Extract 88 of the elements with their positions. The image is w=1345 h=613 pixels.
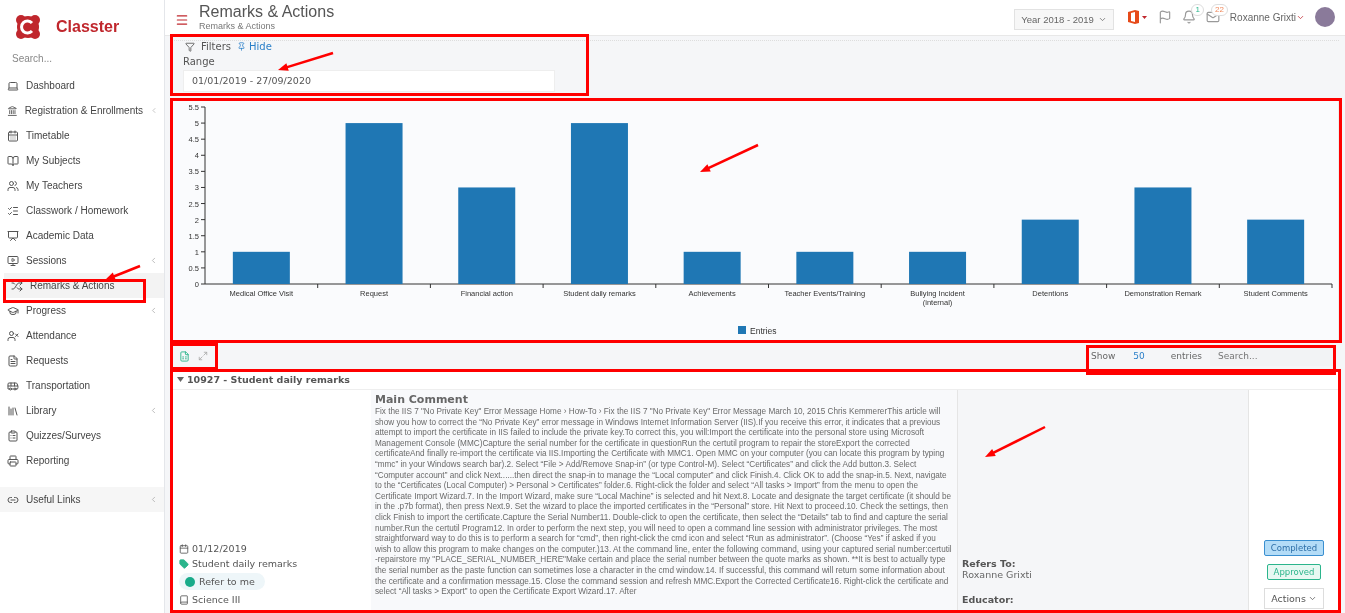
record-date: 01/12/2019 bbox=[179, 543, 365, 554]
book-icon bbox=[179, 594, 189, 605]
sidebar-item[interactable]: Requests bbox=[0, 348, 164, 373]
show-label: Show bbox=[1091, 351, 1116, 361]
hide-link[interactable]: Hide bbox=[237, 41, 272, 52]
menu-item-icon bbox=[7, 254, 19, 267]
breadcrumb: Remarks & Actions bbox=[199, 21, 277, 31]
menu-item-icon bbox=[7, 179, 19, 192]
record-category: Student daily remarks bbox=[179, 558, 365, 569]
legend-label: Entries bbox=[750, 326, 777, 336]
menu-item-icon bbox=[7, 379, 19, 392]
pin-icon bbox=[237, 42, 246, 51]
brand-name: Classter bbox=[56, 18, 120, 36]
expand-icon[interactable] bbox=[198, 351, 208, 361]
record-subject: Science III bbox=[179, 594, 365, 605]
annotation-arrow bbox=[105, 264, 141, 280]
sidebar-item[interactable]: Quizzes/Surveys bbox=[0, 423, 164, 448]
sidebar-item[interactable]: Progress bbox=[0, 298, 164, 323]
actions-button[interactable]: Actions bbox=[1264, 588, 1324, 609]
sidebar-item[interactable]: Transportation bbox=[0, 373, 164, 398]
bar bbox=[683, 251, 741, 284]
spreadsheet-icon[interactable] bbox=[179, 350, 190, 362]
tag-icon bbox=[179, 558, 189, 569]
menu-item-icon bbox=[7, 404, 19, 417]
page-size-select[interactable]: 50 bbox=[1133, 351, 1145, 361]
entries-label: entries bbox=[1170, 351, 1202, 361]
menu-item-icon bbox=[7, 154, 19, 167]
bar bbox=[1021, 219, 1079, 284]
sidebar-item[interactable]: Useful Links bbox=[0, 487, 164, 512]
caret-icon bbox=[1307, 594, 1317, 603]
menu-item-icon bbox=[11, 279, 23, 292]
calendar-icon bbox=[179, 543, 189, 554]
menu-item-icon bbox=[7, 329, 19, 342]
menu-item-icon bbox=[7, 79, 19, 92]
page-title: Remarks & Actions bbox=[199, 3, 336, 21]
menu-item-icon bbox=[7, 229, 19, 242]
sidebar-item[interactable]: Dashboard bbox=[0, 73, 164, 98]
bell-icon[interactable] bbox=[1181, 10, 1196, 24]
comment-title: Main Comment bbox=[375, 393, 469, 406]
menu-icon[interactable] bbox=[175, 13, 189, 27]
status-badge: Approved bbox=[1266, 564, 1322, 580]
sidebar-item[interactable]: Timetable bbox=[0, 123, 164, 148]
annotation-arrow bbox=[700, 143, 759, 172]
bar bbox=[909, 251, 967, 284]
legend-swatch bbox=[738, 326, 746, 334]
year-select[interactable]: Year 2018 - 2019 bbox=[1014, 9, 1114, 30]
sidebar-search-field[interactable]: Search... bbox=[10, 52, 150, 65]
avatar[interactable] bbox=[1315, 7, 1335, 27]
sidebar-item[interactable]: Attendance bbox=[0, 323, 164, 348]
refer-to-me-button[interactable]: Refer to me bbox=[179, 573, 265, 590]
date-range-field[interactable]: 01/01/2019 - 27/09/2020 bbox=[183, 69, 555, 92]
refers-label: Refers To: bbox=[962, 558, 1017, 569]
user-menu[interactable]: Roxanne Grixti bbox=[1229, 11, 1305, 23]
status-badge: Completed bbox=[1263, 540, 1325, 556]
sidebar-item[interactable]: My Teachers bbox=[0, 173, 164, 198]
sidebar-item[interactable]: Sessions bbox=[0, 248, 164, 273]
educator-label: Educator: bbox=[962, 594, 1015, 605]
menu-item-icon bbox=[7, 429, 19, 442]
refers-value: Roxanne Grixti bbox=[962, 569, 1033, 580]
menu-item-icon bbox=[7, 454, 19, 467]
sidebar-item[interactable]: Reporting bbox=[0, 448, 164, 473]
comment-text: Fix the IIS 7 "No Private Key" Error Message Home › How-To › Fix the IIS 7 "No Private Key" Error Message March 10, 2015 Chris KemmererThis article will show you how to correct the “No Private Key” error message in Windows Internet Information Server (IIS).If you receive this error, it indicates that a previous attempt to import the certificate in IIS failed to include the private key.To correct this, you will:Import the certificate into the personal store using Microsoft Management Console (MMC)Capture the serial number for the certificate in questionRun the certutil program to repair the storeExport the corrected certificateAnd finally re-import the certificate via IIS.Importing the Certificate with MMC1. Open MMC on your computer (you can locate this program by typing “mmc” in your Windows search bar).2. Select “File > Add/Remove Snap-in” (or type Control-M). Select “Certificates” and click the Add button.3. Select “Computer account” and click Next......then direct the snap-in to manage the “Local computer” and click Finish.4. Click OK to add the snap-in.5. Next, navigate to the “Certificates (Local Computer) > Personal > Certificates” folder.6. Right-click the folder and select “All tasks > Import” from the menu to open the Certificate Import Wizard.7. In the Import Wizard, make sure “Local Machine” is selected and hit Next.8. Locate and designate the target certificate (it should be in the .p7b format), then press Next.9. Set the wizard to place the imported certificates in the “Personal” store. Hit Next to proceed.10. Check the settings, then click Finish to import the certificate.Capture the Serial Number11. Double-click to open the certificate, then select the “Details” tab to find and capture the serial number.Run the certutil Program12. In order to perform the next step, you will need to open a command line session with administrator privileges. The most straightforward way to do this is to perform a search for “cmd”, then right-click the cmd icon and select “Run as administrator”. (Choose “Yes” if asked if you wish to allow this program to make changes on the computer.)13. At the command line, enter the following command, using your captured serial number:certutil -repairstore my "PLACE_SERIAL_NUMBER_HERE"Make certain and place the serial number between the quote marks as shown. **It is best to actually type the serial number as the paste function can sometimes lose a character in the cmd window.14. If successful, this command will return some information about the certificate and a confirmation message.15. Close the command session and refresh MMC.Export the Corrected Certificate16. Right-click the certificate and select “All tasks > Export” to open the Certificate Export Wizard.17. After bbox=[375, 407, 953, 598]
caret-icon bbox=[1097, 15, 1107, 24]
flag-icon[interactable] bbox=[1157, 10, 1172, 24]
message-count: 22 bbox=[1210, 4, 1228, 16]
menu-item-icon bbox=[7, 354, 19, 367]
sidebar-item[interactable]: Registration & Enrollments bbox=[0, 98, 164, 123]
bar bbox=[232, 251, 290, 284]
menu-item-icon bbox=[7, 204, 19, 217]
sidebar-item[interactable]: My Subjects bbox=[0, 148, 164, 173]
notification-count: 1 bbox=[1191, 4, 1204, 16]
sidebar-item[interactable]: Classwork / Homework bbox=[0, 198, 164, 223]
menu-item-icon bbox=[7, 104, 18, 117]
menu-item-icon bbox=[7, 304, 19, 317]
logo-icon bbox=[14, 13, 42, 41]
mail-icon[interactable] bbox=[1205, 10, 1220, 24]
annotation-arrow bbox=[985, 425, 1046, 457]
office-icon[interactable] bbox=[1125, 9, 1148, 25]
menu-item-icon bbox=[7, 129, 19, 142]
sidebar-item[interactable]: Academic Data bbox=[0, 223, 164, 248]
bar bbox=[796, 251, 854, 284]
range-label: Range bbox=[183, 56, 215, 67]
annotation-arrow bbox=[278, 51, 334, 71]
filters-label: Filters bbox=[201, 41, 231, 52]
caret-icon bbox=[177, 377, 184, 382]
bar bbox=[1247, 219, 1305, 284]
filter-icon bbox=[185, 41, 195, 52]
sidebar-item[interactable]: Library bbox=[0, 398, 164, 423]
